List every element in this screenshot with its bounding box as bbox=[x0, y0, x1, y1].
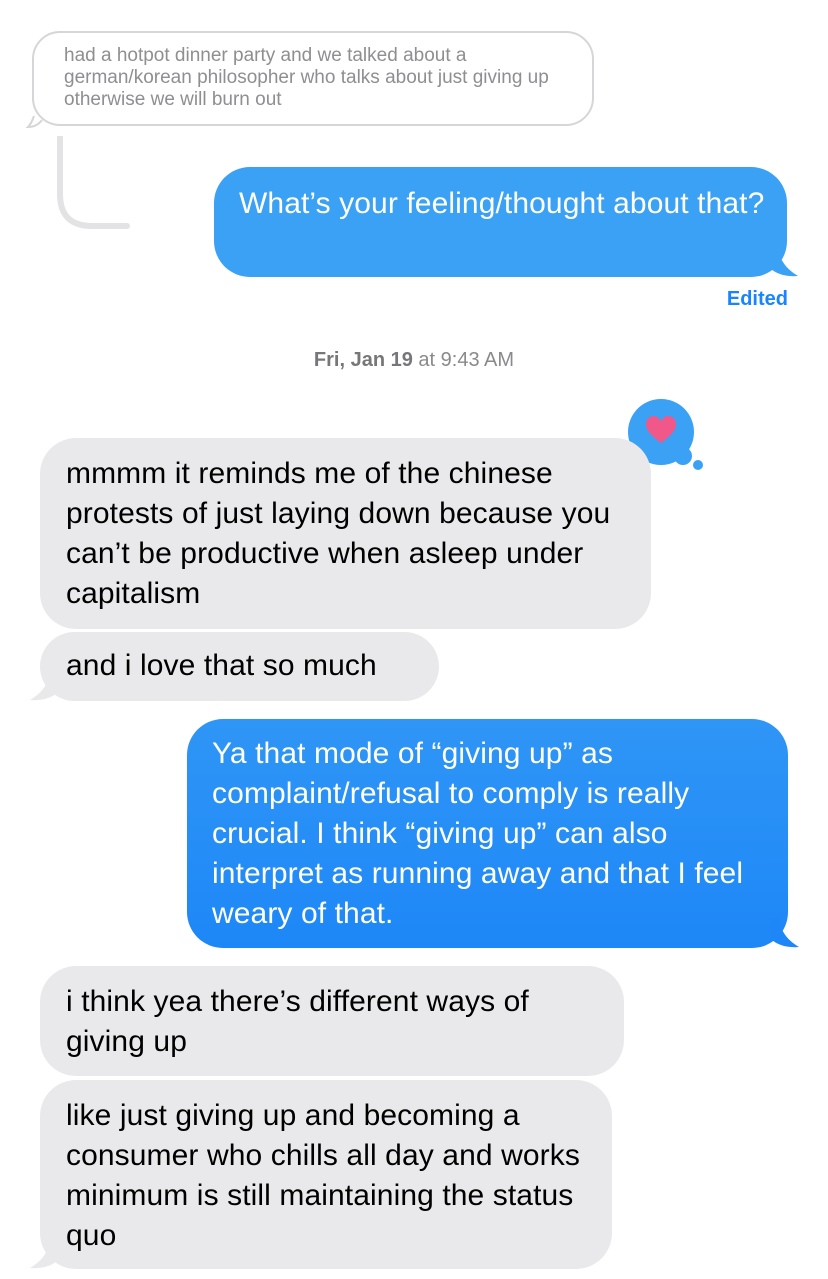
timestamp-time: 9:43 AM bbox=[440, 349, 515, 371]
received-message-bubble[interactable]: mmmm it reminds me of the chinese protes… bbox=[40, 438, 651, 629]
received-message-bubble[interactable]: and i love that so much bbox=[40, 632, 439, 701]
received-message-bubble[interactable]: like just giving up and becoming a consu… bbox=[40, 1080, 612, 1269]
sent-bubble-tail bbox=[771, 919, 799, 948]
received-bubble-tail bbox=[30, 672, 58, 701]
timestamp: Fri, Jan 19 at 9:43 AM bbox=[0, 349, 828, 372]
message-text: What’s your feeling/thought about that? bbox=[239, 187, 765, 220]
message-text: like just giving up and becoming a consu… bbox=[66, 1099, 580, 1252]
message-text: Ya that mode of “giving up” as complaint… bbox=[212, 737, 744, 930]
message-text: i think yea there’s different ways of gi… bbox=[66, 985, 529, 1058]
message-text: and i love that so much bbox=[66, 649, 377, 682]
received-message-bubble[interactable]: i think yea there’s different ways of gi… bbox=[40, 966, 624, 1076]
sent-message-bubble[interactable]: What’s your feeling/thought about that? bbox=[214, 167, 787, 277]
received-bubble-tail bbox=[30, 1240, 58, 1269]
timestamp-day: Fri, Jan 19 bbox=[313, 349, 413, 371]
quoted-reply-tail bbox=[25, 115, 43, 129]
message-text: mmmm it reminds me of the chinese protes… bbox=[66, 457, 611, 610]
reply-thread-line bbox=[57, 136, 130, 229]
sent-bubble-tail bbox=[770, 248, 798, 277]
sent-message-bubble[interactable]: Ya that mode of “giving up” as complaint… bbox=[187, 719, 788, 948]
quoted-reply-bubble[interactable]: had a hotpot dinner party and we talked … bbox=[32, 31, 594, 126]
edited-label[interactable]: Edited bbox=[700, 288, 788, 311]
quoted-reply-text: had a hotpot dinner party and we talked … bbox=[64, 45, 549, 110]
timestamp-joiner: at bbox=[418, 349, 436, 371]
